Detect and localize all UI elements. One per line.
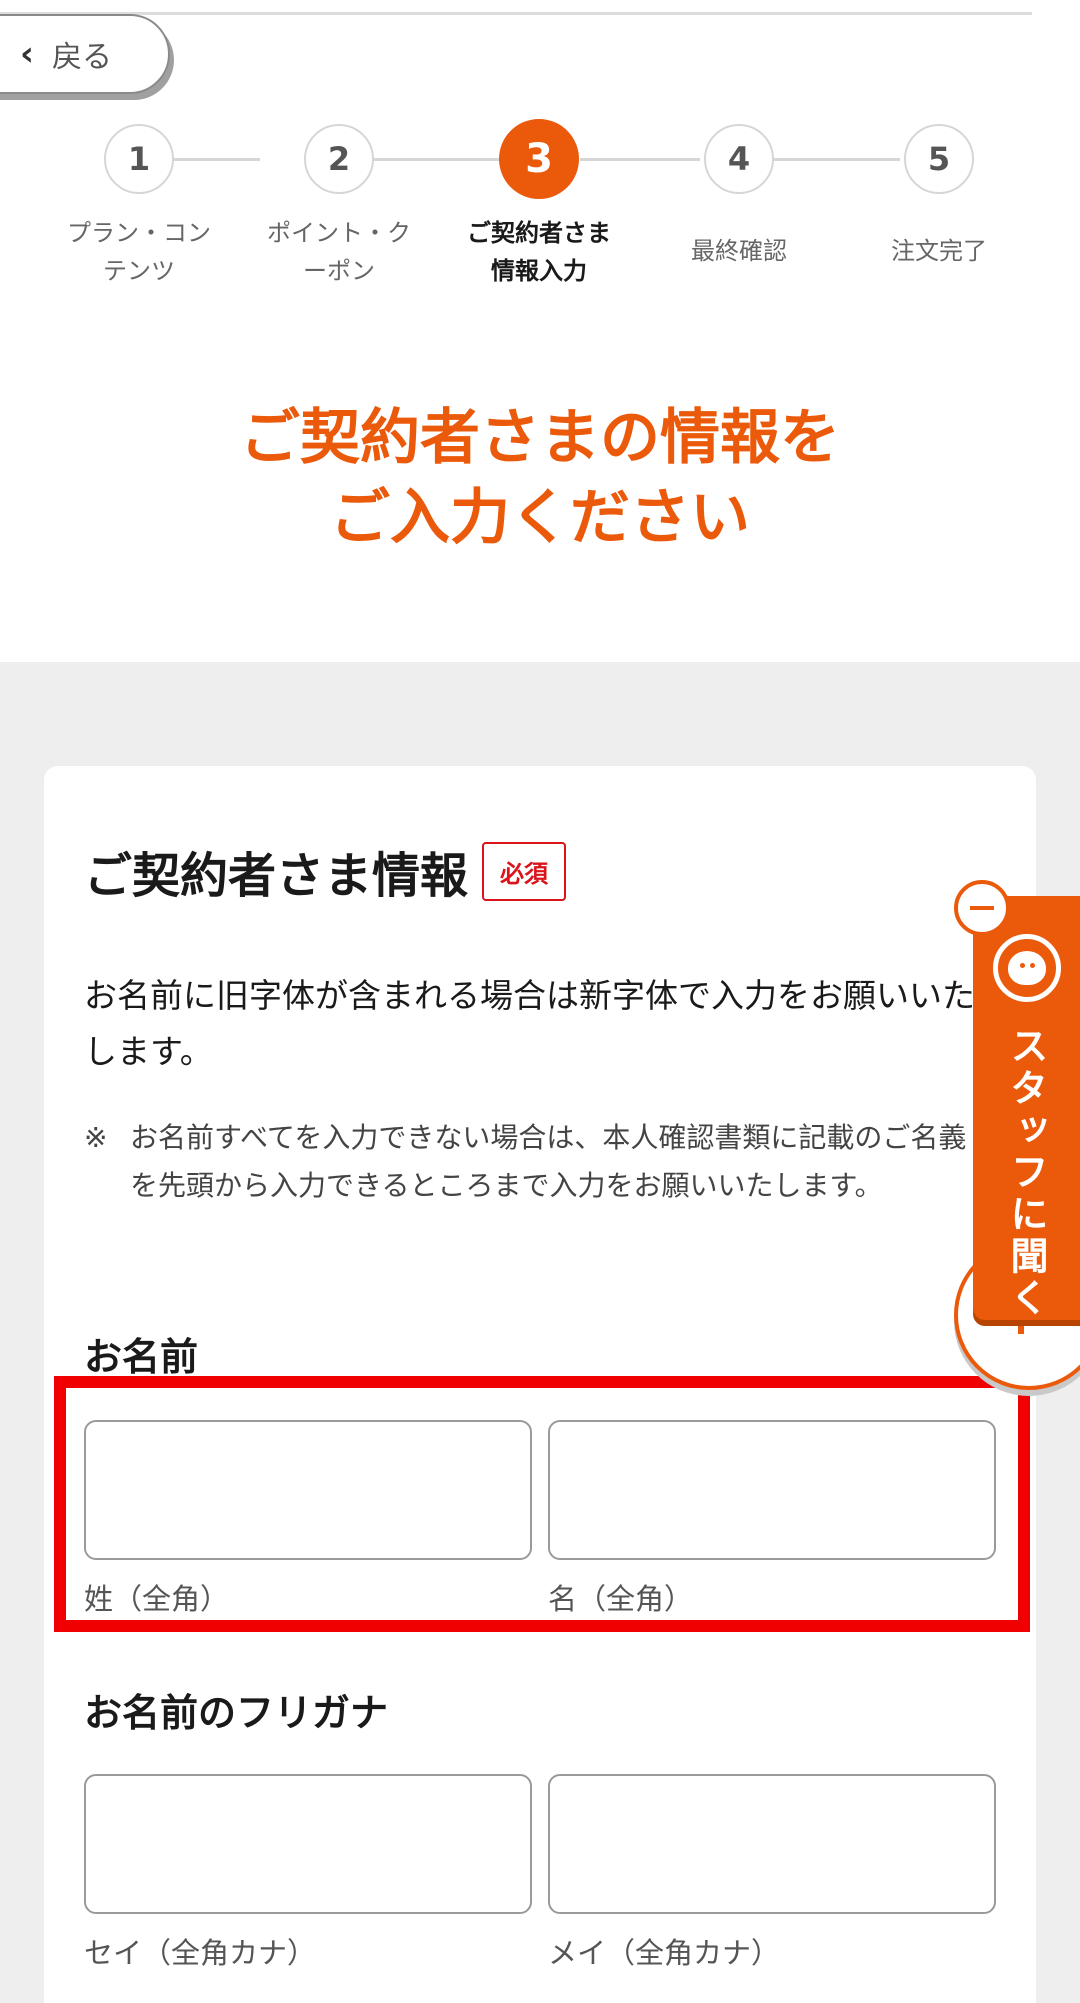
last-name-kana-input[interactable] (84, 1774, 532, 1914)
headset-agent-icon (992, 934, 1061, 1002)
staff-chat-button[interactable]: スタッフに聞く (973, 896, 1080, 1320)
step-number: 5 (904, 124, 974, 194)
chevron-left-icon: ‹ (20, 34, 35, 74)
section-title: ご契約者さま情報 必須 (84, 836, 567, 906)
step-3-active: 3 ご契約者さま 情報入力 (449, 119, 629, 290)
step-number: 3 (499, 119, 579, 199)
kana-label: お名前のフリガナ (84, 1691, 389, 1735)
step-number: 1 (104, 124, 174, 194)
minus-icon (970, 906, 994, 910)
name-entry-note: ※ お名前すべてを入力できない場合は、本人確認書類に記載のご名義を先頭から入力で… (84, 1114, 984, 1210)
name-fields-highlight (54, 1376, 1030, 1632)
minimize-chat-button[interactable] (954, 880, 1010, 936)
step-2: 2 ポイント・ク ーポン (249, 124, 429, 290)
name-label: お名前 (84, 1335, 199, 1379)
step-4: 4 最終確認 (649, 124, 829, 270)
back-label: 戻る (52, 40, 113, 75)
top-divider (0, 12, 1032, 15)
first-name-kana-input[interactable] (548, 1774, 996, 1914)
progress-stepper: 1 プラン・コン テンツ 2 ポイント・ク ーポン 3 ご契約者さま 情報入力 … (0, 119, 1080, 304)
step-label: プラン・コン テンツ (67, 219, 211, 285)
first-name-kana-caption: メイ（全角カナ） (548, 1936, 781, 1970)
step-1: 1 プラン・コン テンツ (49, 124, 229, 290)
step-5: 5 注文完了 (849, 124, 1029, 270)
note-mark: ※ (84, 1121, 108, 1154)
back-button[interactable]: ‹ 戻る (0, 14, 170, 94)
required-badge: 必須 (482, 841, 567, 901)
step-label: ご契約者さま 情報入力 (467, 219, 611, 285)
section-title-text: ご契約者さま情報 (84, 848, 469, 904)
step-label: 注文完了 (891, 237, 987, 265)
last-name-kana-caption: セイ（全角カナ） (84, 1936, 317, 1970)
step-label: 最終確認 (691, 237, 787, 265)
step-number: 2 (304, 124, 374, 194)
chat-label: スタッフに聞く (1004, 1026, 1048, 1320)
page-title-line1: ご契約者さまの情報を (240, 403, 840, 473)
note-text: お名前すべてを入力できない場合は、本人確認書類に記載のご名義を先頭から入力できる… (130, 1121, 967, 1202)
page-title-line2: ご入力ください (330, 483, 750, 553)
page-title: ご契約者さまの情報を ご入力ください (0, 398, 1080, 558)
kanji-notice: お名前に旧字体が含まれる場合は新字体で入力をお願いいたします。 (84, 976, 975, 1071)
step-label: ポイント・ク ーポン (267, 219, 411, 285)
step-number: 4 (704, 124, 774, 194)
